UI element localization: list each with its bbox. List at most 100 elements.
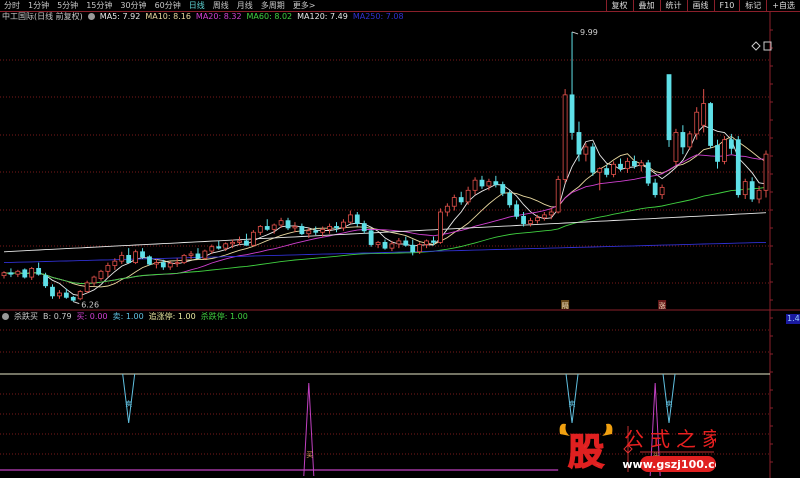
- candle-down: [604, 168, 610, 175]
- ma-label: MA60: 8.02: [246, 12, 293, 21]
- candle-down: [160, 262, 166, 268]
- indicator-value: 买: 0.00: [76, 312, 108, 321]
- candle-up: [625, 160, 630, 170]
- candle-up: [77, 291, 83, 300]
- candle-down: [618, 163, 623, 170]
- sell-label: 卖: [666, 400, 673, 408]
- candle-up: [673, 132, 679, 162]
- sell-label: 卖: [125, 400, 132, 408]
- candle-down: [631, 160, 637, 167]
- candle-down: [514, 204, 520, 217]
- candle-up: [417, 244, 423, 253]
- candle-down: [50, 286, 55, 297]
- candle-up: [250, 231, 256, 246]
- svg-text:公式之家: 公式之家: [624, 427, 716, 451]
- pointer: [571, 31, 579, 35]
- candle-up: [424, 240, 429, 245]
- candle-up: [451, 197, 457, 207]
- candle-up: [105, 265, 111, 272]
- candle-down: [410, 244, 416, 253]
- candle-down: [8, 272, 14, 275]
- sell-signal: [122, 373, 136, 424]
- candle-up: [91, 276, 97, 284]
- candle-up: [84, 282, 90, 292]
- ma5-line: [3, 125, 767, 297]
- candle-up: [465, 189, 471, 203]
- kline-chart[interactable]: 9.996.26 隔涨卖卖卖买买: [0, 0, 800, 478]
- candle-down: [264, 226, 270, 230]
- candle-up: [375, 241, 381, 245]
- candle-down: [140, 251, 145, 258]
- candle-down: [216, 246, 222, 249]
- candle-up: [119, 254, 125, 262]
- candle-down: [507, 192, 513, 206]
- low-price-label: 6.26: [81, 301, 99, 310]
- sell-label: 卖: [569, 400, 576, 408]
- candle-up: [444, 205, 450, 213]
- svg-text:股: 股: [568, 432, 604, 473]
- candle-down: [521, 215, 526, 224]
- candle-down: [479, 179, 485, 187]
- ma-label: MA10: 8.16: [145, 12, 191, 21]
- ma-label: MA250: 7.08: [352, 12, 404, 21]
- sell-signal: [662, 373, 676, 424]
- candle-down: [403, 240, 409, 246]
- candle-up: [153, 262, 159, 265]
- indicator-value: 杀跌停: 1.00: [200, 312, 248, 321]
- candle-up: [15, 270, 21, 275]
- candle-up: [722, 139, 727, 162]
- candle-up: [347, 214, 353, 223]
- candle-up: [237, 240, 242, 243]
- candle-up: [223, 243, 229, 249]
- candle-down: [244, 240, 249, 246]
- candle-up: [209, 246, 215, 252]
- candle-up: [597, 168, 603, 173]
- ma20-line: [3, 154, 767, 284]
- candle-down: [666, 74, 672, 141]
- candle-down: [147, 256, 152, 265]
- candle-down: [195, 253, 201, 259]
- sell-signal: [565, 373, 579, 424]
- candle-down: [70, 296, 76, 301]
- candle-down: [334, 226, 339, 229]
- ma-label: MA5: 7.92: [99, 12, 141, 21]
- candle-down: [728, 139, 734, 149]
- candle-up: [396, 240, 402, 245]
- settings-circle-icon[interactable]: [87, 13, 95, 20]
- settings-circle-icon[interactable]: [2, 313, 9, 320]
- candle-up: [271, 224, 277, 230]
- indicator-value: 卖: 1.00: [112, 312, 144, 321]
- candle-down: [299, 226, 305, 235]
- indicator-header: 杀跌买 B: 0.79 买: 0.00 卖: 1.00 追涨停: 1.00 杀跌停: 1…: [2, 312, 248, 322]
- candle-up: [611, 163, 616, 175]
- candle-up: [756, 189, 762, 200]
- indicator-value: B: 0.79: [43, 312, 72, 321]
- candle-up: [167, 262, 173, 268]
- watermark-logo: 股 公式之家 www.gszj100.com: [559, 423, 716, 474]
- candle-up: [341, 221, 346, 229]
- candle-up: [202, 250, 208, 259]
- candle-up: [174, 262, 180, 265]
- candle-down: [36, 267, 42, 275]
- main-chart-header: 中工国际(日线 前复权) MA5: 7.92 MA10: 8.16 MA20: 8.…: [2, 12, 404, 22]
- candle-down: [576, 132, 582, 155]
- candle-down: [368, 230, 374, 245]
- candle-up: [555, 179, 561, 213]
- candle-up: [327, 226, 332, 230]
- candle-down: [431, 240, 436, 243]
- candle-up: [112, 260, 118, 266]
- high-price-label: 9.99: [580, 28, 598, 37]
- candle-down: [735, 139, 741, 196]
- candle-down: [354, 214, 360, 224]
- candle-down: [569, 94, 575, 133]
- candle-up: [98, 270, 104, 279]
- candle-down: [590, 146, 596, 173]
- candle-down: [313, 230, 319, 233]
- marker-label: 隔: [562, 301, 569, 310]
- ma-label: MA120: 7.49: [297, 12, 348, 21]
- candle-up: [638, 162, 644, 167]
- candle-up: [438, 211, 443, 243]
- pointer: [73, 301, 80, 305]
- candle-up: [528, 220, 533, 224]
- candle-down: [458, 197, 464, 203]
